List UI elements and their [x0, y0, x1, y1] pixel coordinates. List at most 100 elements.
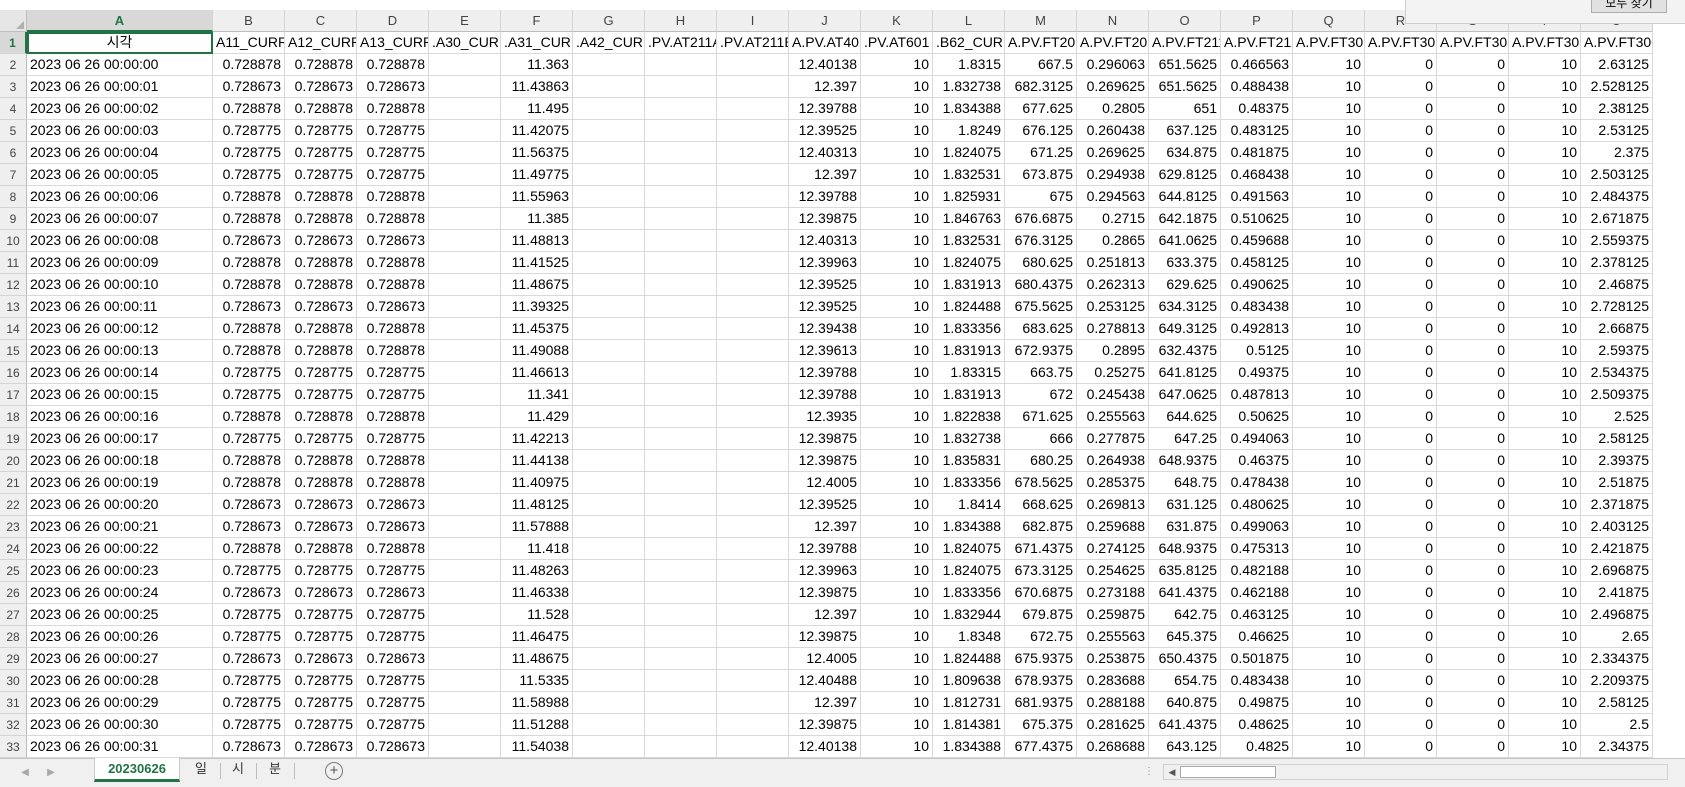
cell[interactable]: 679.875 [1005, 604, 1077, 626]
cell[interactable]: 10 [1509, 582, 1581, 604]
cell[interactable]: 2023 06 26 00:00:04 [27, 142, 213, 164]
cell[interactable] [717, 274, 789, 296]
cell[interactable]: 10 [1293, 120, 1365, 142]
cell[interactable]: 10 [861, 296, 933, 318]
cell[interactable] [717, 98, 789, 120]
cell[interactable]: 2.39375 [1581, 450, 1653, 472]
cell[interactable]: 12.39963 [789, 560, 861, 582]
cell[interactable]: 672.9375 [1005, 340, 1077, 362]
cell[interactable]: 0 [1437, 208, 1509, 230]
column-header-g[interactable]: G [573, 10, 645, 32]
row-header[interactable]: 25 [0, 560, 27, 582]
cell[interactable]: 0.728673 [357, 516, 429, 538]
cell[interactable]: 0 [1365, 604, 1437, 626]
tab-il[interactable]: 일 [183, 758, 219, 782]
cell[interactable] [717, 186, 789, 208]
row-header[interactable]: 12 [0, 274, 27, 296]
cell[interactable]: 0.277875 [1077, 428, 1149, 450]
cell[interactable]: 10 [1509, 494, 1581, 516]
cell[interactable]: 10 [1293, 186, 1365, 208]
cell[interactable]: 10 [1293, 274, 1365, 296]
cell[interactable] [429, 54, 501, 76]
cell[interactable]: 10 [861, 406, 933, 428]
cell[interactable]: 11.46613 [501, 362, 573, 384]
cell[interactable] [717, 230, 789, 252]
cell[interactable] [645, 76, 717, 98]
cell[interactable]: 10 [1509, 98, 1581, 120]
cell[interactable]: 0.288188 [1077, 692, 1149, 714]
header-cell[interactable]: A.PV.FT306 [1581, 32, 1653, 54]
cell[interactable]: 0.728775 [285, 120, 357, 142]
cell[interactable]: 10 [1509, 450, 1581, 472]
cell[interactable]: 11.429 [501, 406, 573, 428]
cell[interactable]: 682.875 [1005, 516, 1077, 538]
cell[interactable]: 11.49088 [501, 340, 573, 362]
cell[interactable]: 10 [1293, 230, 1365, 252]
cell[interactable]: 0 [1365, 164, 1437, 186]
cell[interactable] [429, 230, 501, 252]
cell[interactable]: 2.559375 [1581, 230, 1653, 252]
cell[interactable]: 0 [1437, 54, 1509, 76]
cell[interactable]: 663.75 [1005, 362, 1077, 384]
cell[interactable]: 11.49775 [501, 164, 573, 186]
cell[interactable]: 0.48625 [1221, 714, 1293, 736]
cell[interactable]: 0.728878 [357, 472, 429, 494]
cell[interactable]: 677.625 [1005, 98, 1077, 120]
cell[interactable]: 10 [1293, 692, 1365, 714]
cell[interactable]: 1.832738 [933, 76, 1005, 98]
cell[interactable]: 1.83315 [933, 362, 1005, 384]
cell[interactable]: 0 [1437, 252, 1509, 274]
cell[interactable]: 0.728878 [285, 186, 357, 208]
header-cell[interactable]: A13_CURRENT [357, 32, 429, 54]
cell[interactable]: 2023 06 26 00:00:30 [27, 714, 213, 736]
cell[interactable]: 1.824075 [933, 538, 1005, 560]
cell[interactable]: 0.268688 [1077, 736, 1149, 758]
cell[interactable]: 10 [1509, 626, 1581, 648]
cell[interactable] [429, 362, 501, 384]
cell[interactable]: 0.728775 [285, 560, 357, 582]
cell[interactable]: 0.48375 [1221, 98, 1293, 120]
row-header[interactable]: 15 [0, 340, 27, 362]
cell[interactable]: 0 [1365, 736, 1437, 758]
cell[interactable]: 0 [1365, 516, 1437, 538]
cell[interactable]: 1.834388 [933, 736, 1005, 758]
cell[interactable]: 0.728775 [285, 384, 357, 406]
cell[interactable]: 0.728673 [357, 736, 429, 758]
cell[interactable]: 12.39875 [789, 450, 861, 472]
cell[interactable]: 0 [1365, 340, 1437, 362]
cell[interactable]: 1.831913 [933, 274, 1005, 296]
cell[interactable]: 2023 06 26 00:00:21 [27, 516, 213, 538]
cell[interactable]: 0 [1365, 538, 1437, 560]
cell[interactable]: 2.209375 [1581, 670, 1653, 692]
cell[interactable]: 2.53125 [1581, 120, 1653, 142]
cell[interactable] [429, 494, 501, 516]
column-header-i[interactable]: I [717, 10, 789, 32]
row-header[interactable]: 28 [0, 626, 27, 648]
cell[interactable]: 2.671875 [1581, 208, 1653, 230]
cell[interactable]: 640.875 [1149, 692, 1221, 714]
cell[interactable]: 648.9375 [1149, 450, 1221, 472]
horizontal-scrollbar[interactable]: ◀ [1163, 764, 1668, 780]
cell[interactable] [573, 296, 645, 318]
cell[interactable]: 2023 06 26 00:00:07 [27, 208, 213, 230]
cell[interactable]: 11.341 [501, 384, 573, 406]
header-cell[interactable]: A.PV.FT211 [1149, 32, 1221, 54]
cell[interactable]: 11.48125 [501, 494, 573, 516]
cell[interactable] [429, 76, 501, 98]
cell[interactable]: 10 [1509, 296, 1581, 318]
cell[interactable]: 634.875 [1149, 142, 1221, 164]
cell[interactable] [429, 516, 501, 538]
cell[interactable]: 2.421875 [1581, 538, 1653, 560]
cell[interactable]: 0.728878 [213, 208, 285, 230]
cell[interactable]: 0.728673 [357, 76, 429, 98]
cell[interactable]: 0.728775 [285, 670, 357, 692]
cell[interactable]: 1.834388 [933, 516, 1005, 538]
cell[interactable]: 12.397 [789, 692, 861, 714]
cell[interactable] [573, 538, 645, 560]
row-header[interactable]: 33 [0, 736, 27, 758]
cell[interactable]: 2.371875 [1581, 494, 1653, 516]
cell[interactable]: 10 [1293, 736, 1365, 758]
cell[interactable]: 0.278813 [1077, 318, 1149, 340]
cell[interactable]: 0.728878 [285, 274, 357, 296]
cell[interactable]: 0 [1365, 252, 1437, 274]
